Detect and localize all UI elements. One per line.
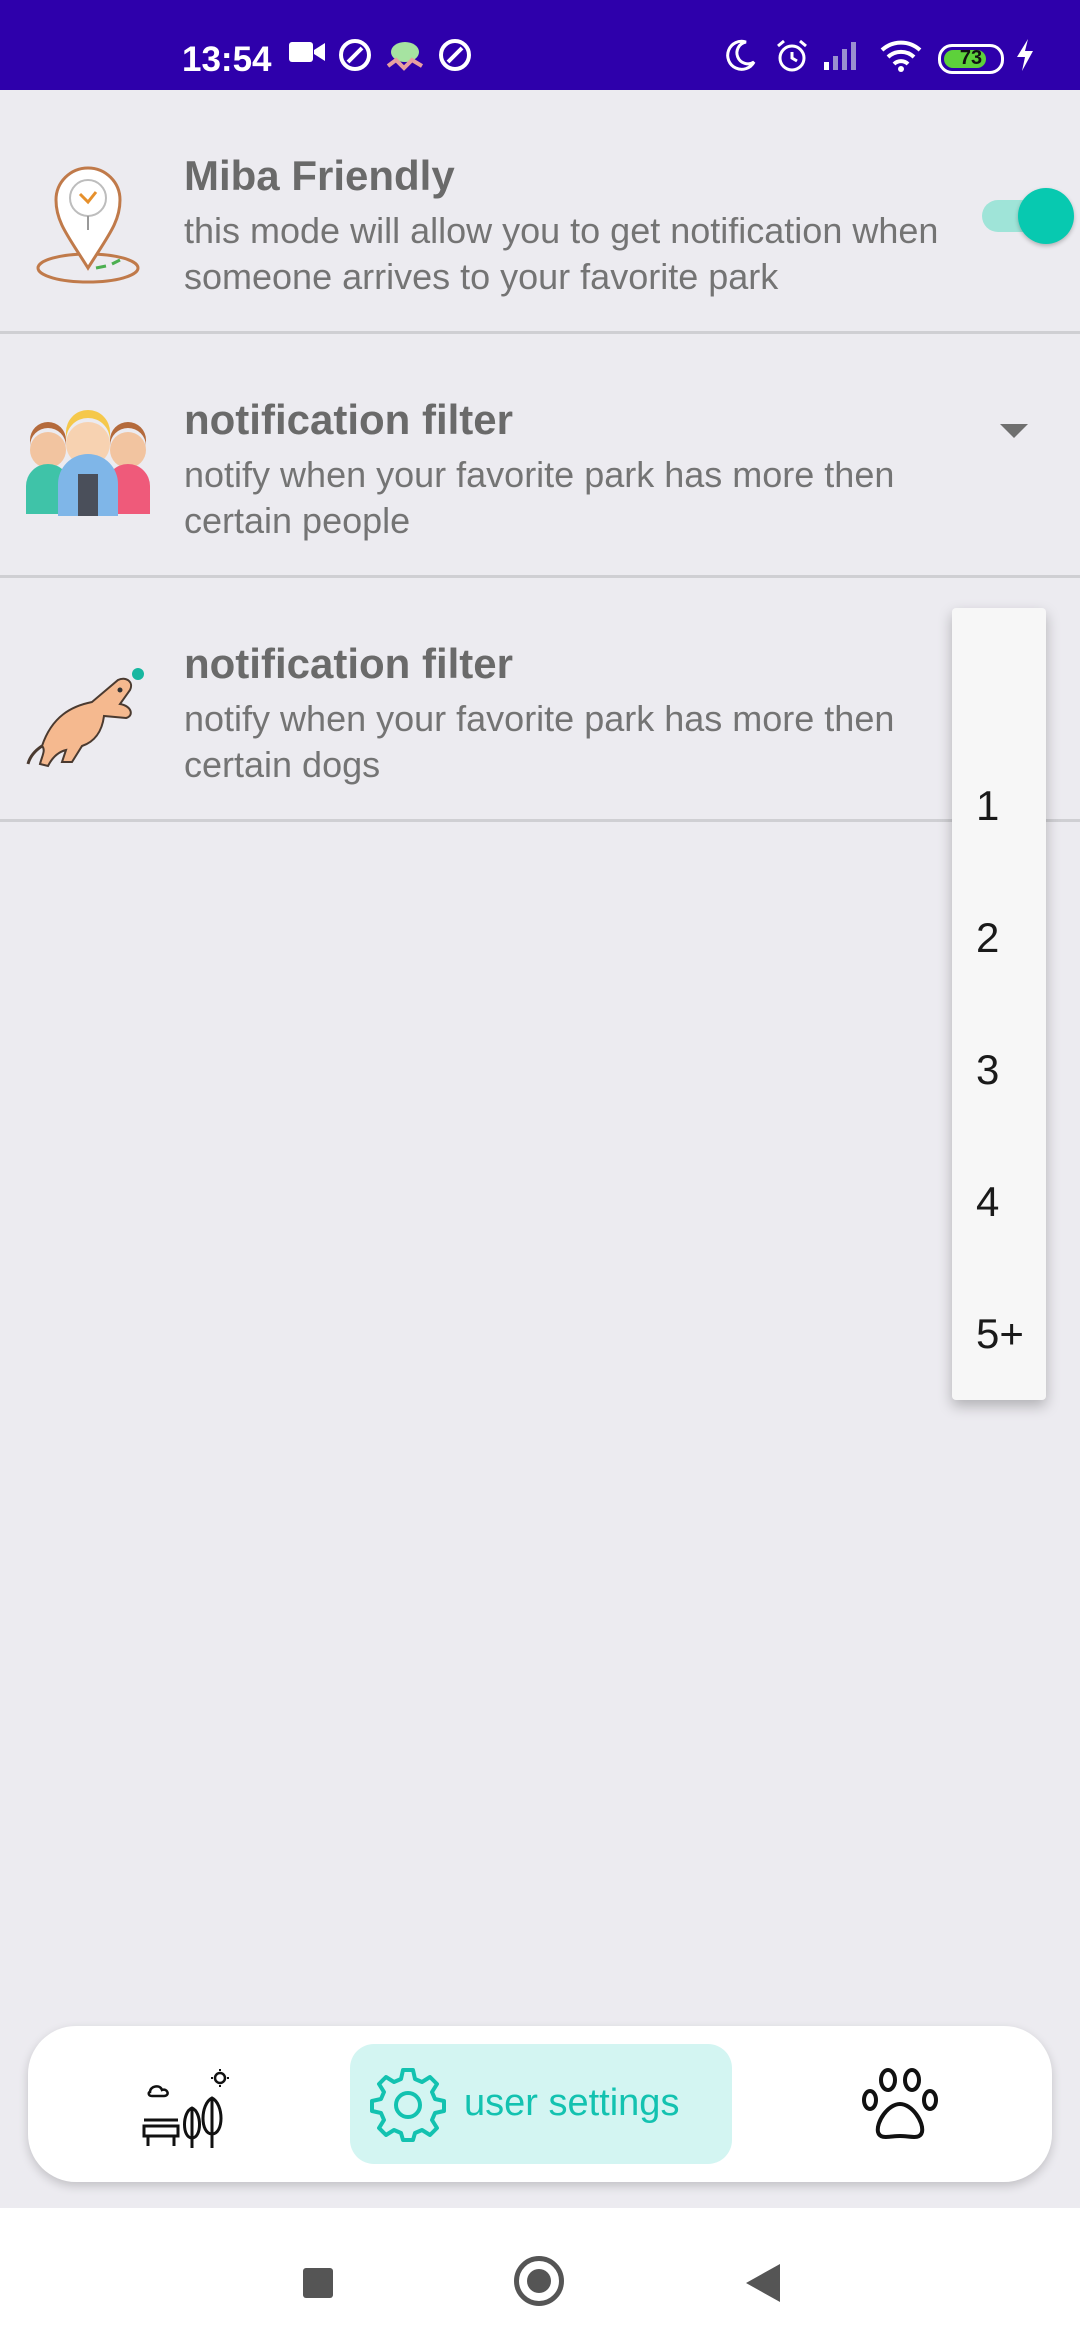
miba-friendly-toggle[interactable] — [982, 188, 1074, 244]
gear-icon — [370, 2068, 446, 2142]
park-icon[interactable] — [142, 2068, 232, 2150]
dropdown-option-1[interactable]: 1 — [952, 740, 1046, 872]
setting-row-dogs-filter[interactable]: notification filter notify when your fav… — [0, 578, 1080, 822]
charging-icon — [1017, 39, 1033, 71]
alarm-icon — [777, 39, 807, 72]
alien-icon — [386, 42, 424, 71]
wifi-icon — [880, 40, 922, 72]
system-navigation-bar — [0, 2208, 1080, 2340]
screen: 13:54 73 Miba Friendly this mode will al… — [0, 0, 1080, 2340]
nav-user-settings-label: user settings — [464, 2082, 680, 2124]
setting-description: notify when your favorite park has more … — [184, 698, 895, 785]
dropdown-option-5-plus[interactable]: 5+ — [952, 1268, 1046, 1400]
setting-title: Miba Friendly — [184, 152, 455, 199]
setting-row-miba-friendly: Miba Friendly this mode will allow you t… — [0, 90, 1080, 334]
setting-row-people-filter[interactable]: notification filter notify when your fav… — [0, 334, 1080, 578]
app-notification-icon — [339, 39, 371, 71]
dropdown-option-2[interactable]: 2 — [952, 872, 1046, 1004]
battery-icon: 73 — [938, 44, 1004, 74]
dog-icon — [26, 668, 144, 768]
map-pin-icon — [36, 166, 140, 284]
setting-title: notification filter — [184, 396, 513, 443]
back-button[interactable] — [746, 2264, 780, 2302]
status-bar: 13:54 73 — [0, 0, 1080, 90]
bottom-navigation: user settings — [28, 2026, 1052, 2182]
status-time: 13:54 — [182, 40, 272, 79]
app-notification-icon — [439, 39, 471, 71]
people-icon — [26, 410, 150, 516]
home-button[interactable] — [514, 2256, 564, 2306]
dropdown-option-3[interactable]: 3 — [952, 1004, 1046, 1136]
chevron-down-icon[interactable] — [1000, 424, 1028, 438]
moon-icon — [726, 39, 756, 71]
dropdown-option-empty[interactable] — [952, 608, 1046, 740]
dropdown-menu: 1 2 3 4 5+ — [952, 608, 1046, 1400]
video-camera-icon — [289, 42, 325, 62]
toggle-thumb — [1018, 188, 1074, 244]
setting-description: notify when your favorite park has more … — [184, 454, 895, 541]
home-button-dot — [527, 2269, 551, 2293]
battery-percentage: 73 — [959, 47, 983, 69]
dropdown-option-4[interactable]: 4 — [952, 1136, 1046, 1268]
setting-description: this mode will allow you to get notifica… — [184, 210, 939, 297]
signal-icon — [824, 42, 856, 70]
nav-user-settings-button[interactable]: user settings — [350, 2044, 732, 2164]
paw-icon[interactable] — [860, 2066, 940, 2142]
setting-title: notification filter — [184, 640, 513, 687]
recent-apps-button[interactable] — [303, 2268, 333, 2298]
